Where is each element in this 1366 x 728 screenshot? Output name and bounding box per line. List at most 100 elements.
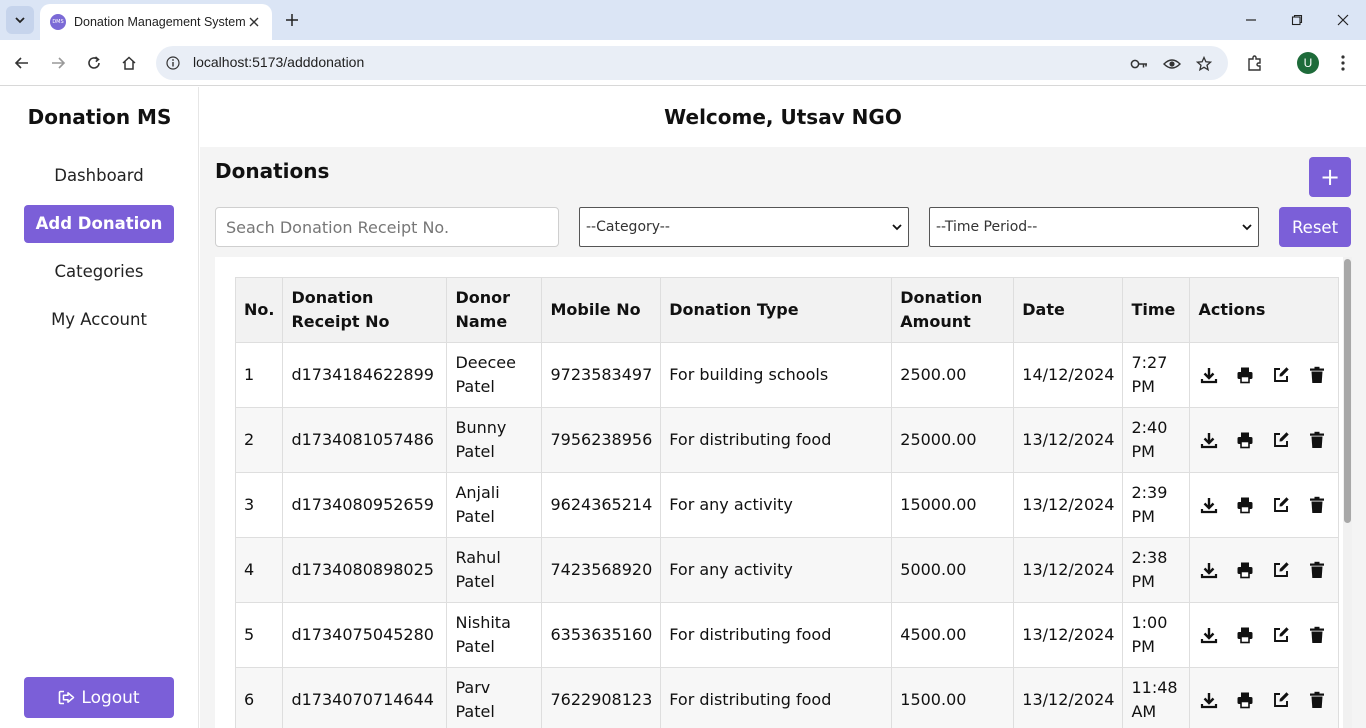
chevron-down-icon [1242,224,1252,231]
download-icon [1201,628,1218,644]
download-button[interactable] [1198,429,1220,451]
cell-actions [1189,472,1340,538]
browser-menu-icon[interactable] [1332,52,1354,74]
edit-button[interactable] [1270,559,1292,581]
password-key-icon[interactable] [1129,54,1149,74]
download-button[interactable] [1198,624,1220,646]
delete-button[interactable] [1306,364,1328,386]
print-button[interactable] [1234,559,1256,581]
delete-button[interactable] [1306,559,1328,581]
delete-button[interactable] [1306,429,1328,451]
cell-donor-name: Parv Patel [446,667,543,728]
edit-button[interactable] [1270,364,1292,386]
cell-donor-name: Nishita Patel [446,602,543,668]
cell-donation-amount: 25000.00 [891,407,1015,473]
edit-button[interactable] [1270,429,1292,451]
cell-date: 13/12/2024 [1013,667,1124,728]
edit-button[interactable] [1270,689,1292,711]
delete-button[interactable] [1306,689,1328,711]
cell-donation-type: For distributing food [660,407,893,473]
address-toolbar: localhost:5173/adddonation U [0,40,1366,86]
eye-icon[interactable] [1162,54,1182,74]
download-button[interactable] [1198,364,1220,386]
cell-date: 13/12/2024 [1013,407,1124,473]
cell-time: 11:48 AM [1122,667,1191,728]
cell-actions [1189,602,1340,668]
info-icon [166,56,180,70]
download-icon [1201,368,1218,384]
forward-button[interactable] [47,52,69,74]
trash-icon [1310,561,1325,578]
table-row: 1 d1734184622899 Deecee Patel 9723583497… [234,342,1340,408]
print-button[interactable] [1234,494,1256,516]
cell-receipt-no: d1734081057486 [282,407,448,473]
cell-no: 3 [234,472,284,538]
bookmark-star-icon[interactable] [1194,54,1214,74]
cell-receipt-no: d1734184622899 [282,342,448,408]
trash-icon [1310,431,1325,448]
arrow-right-icon [52,57,66,69]
download-button[interactable] [1198,494,1220,516]
sidebar-item-add-donation[interactable]: Add Donation [24,205,174,243]
cell-donor-name: Deecee Patel [446,342,543,408]
donations-table: No. Donation Receipt No Donor Name Mobil… [234,277,1340,728]
category-select[interactable]: --Category-- [579,207,909,247]
cell-donor-name: Anjali Patel [446,472,543,538]
sidebar-item-categories[interactable]: Categories [24,253,174,291]
scrollbar-thumb[interactable] [1344,259,1351,523]
cell-donation-type: For distributing food [660,602,893,668]
site-info-icon[interactable] [164,54,182,72]
cell-donor-name: Rahul Patel [446,537,543,603]
cell-actions [1189,407,1340,473]
cell-receipt-no: d1734075045280 [282,602,448,668]
profile-avatar[interactable]: U [1297,52,1319,74]
edit-icon [1274,627,1290,642]
reset-button[interactable]: Reset [1279,207,1351,247]
tab-close-button[interactable] [246,14,262,30]
cell-receipt-no: d1734080952659 [282,472,448,538]
new-tab-button[interactable] [282,10,302,30]
minimize-icon [1246,19,1256,21]
time-period-select-value: --Time Period-- [936,219,1038,235]
tab-search-button[interactable] [6,6,34,34]
delete-button[interactable] [1306,624,1328,646]
time-period-select[interactable]: --Time Period-- [929,207,1259,247]
reload-button[interactable] [83,52,105,74]
back-button[interactable] [11,52,33,74]
cell-donation-type: For distributing food [660,667,893,728]
plus-icon [286,14,298,26]
logout-button[interactable]: Logout [24,677,174,718]
edit-button[interactable] [1270,624,1292,646]
cell-no: 1 [234,342,284,408]
add-donation-button[interactable]: + [1309,157,1351,197]
extensions-icon[interactable] [1244,52,1266,74]
restore-button[interactable] [1287,10,1307,30]
delete-button[interactable] [1306,494,1328,516]
download-icon [1201,693,1218,709]
sidebar-item-my-account[interactable]: My Account [24,301,174,339]
print-button[interactable] [1234,364,1256,386]
download-button[interactable] [1198,559,1220,581]
close-window-button[interactable] [1333,10,1353,30]
minimize-button[interactable] [1241,10,1261,30]
table-scrollbar[interactable] [1343,257,1352,728]
print-button[interactable] [1234,624,1256,646]
edit-button[interactable] [1270,494,1292,516]
browser-tab[interactable]: DMS Donation Management System [40,4,272,40]
print-icon [1237,692,1253,709]
print-button[interactable] [1234,689,1256,711]
cell-donation-type: For any activity [660,537,893,603]
cell-mobile-no: 9624365214 [541,472,662,538]
logout-label: Logout [81,687,140,708]
address-bar[interactable]: localhost:5173/adddonation [156,46,1228,80]
brand-title: Donation MS [27,105,172,129]
print-button[interactable] [1234,429,1256,451]
sidebar: Donation MS Dashboard Add Donation Categ… [0,87,199,728]
home-button[interactable] [118,52,140,74]
sidebar-item-dashboard[interactable]: Dashboard [24,157,174,195]
download-icon [1201,563,1218,579]
print-icon [1237,562,1253,579]
download-button[interactable] [1198,689,1220,711]
receipt-search-input[interactable] [215,207,559,247]
cell-date: 13/12/2024 [1013,537,1124,603]
